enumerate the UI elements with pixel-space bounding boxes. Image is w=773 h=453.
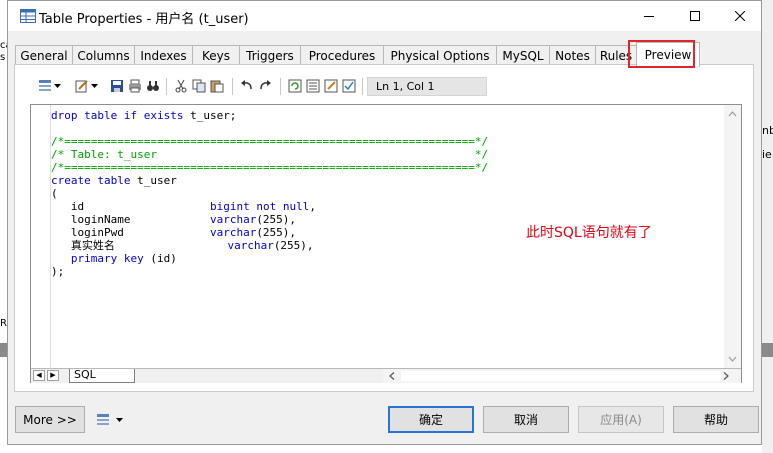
find-button[interactable] <box>144 77 162 95</box>
minimize-icon <box>644 16 654 17</box>
scroll-up-icon <box>728 111 737 117</box>
refresh-icon <box>288 79 302 93</box>
edit-doc-icon <box>324 79 338 93</box>
dropdown-icon <box>115 418 123 422</box>
scroll-left-icon <box>389 372 395 380</box>
code-line-8: id bigint not null, <box>51 200 316 213</box>
cut-icon <box>175 79 187 93</box>
cut-button[interactable] <box>172 77 190 95</box>
background-bar <box>762 343 773 357</box>
sql-code[interactable]: drop table if exists t_user; /*=========… <box>51 109 731 278</box>
code-line-1: drop table if exists t_user; <box>51 109 237 122</box>
title-bar[interactable]: Table Properties - 用户名 (t_user) <box>8 1 761 31</box>
edit-icon <box>75 80 88 93</box>
preview-list-button[interactable] <box>304 77 322 95</box>
toolbar-separator <box>362 78 363 95</box>
tab-physical-options[interactable]: Physical Options <box>383 45 497 66</box>
tab-mysql[interactable]: MySQL <box>496 45 550 66</box>
sheet-prev-button[interactable]: ◀ <box>33 370 45 381</box>
format-dropdown[interactable] <box>52 77 62 95</box>
copy-button[interactable] <box>190 77 208 95</box>
toolbar-separator <box>166 78 167 95</box>
format-icon <box>97 414 109 425</box>
background-bar <box>0 343 7 357</box>
code-line-3: /*======================================… <box>51 135 489 148</box>
edit-dropdown[interactable] <box>89 77 99 95</box>
annotation-text: 此时SQL语句就有了 <box>526 225 652 241</box>
sheet-tab-sql[interactable]: SQL <box>69 369 135 383</box>
toolbar-separator <box>280 78 281 95</box>
horizontal-scrollbar[interactable] <box>383 369 741 383</box>
redo-button[interactable] <box>256 77 274 95</box>
help-button[interactable]: 帮助 <box>673 406 759 433</box>
checkbox-doc-icon <box>342 79 356 93</box>
apply-button[interactable]: 应用(A) <box>578 406 664 433</box>
close-icon <box>735 11 745 21</box>
code-line-7: ( <box>51 187 58 200</box>
print-icon <box>129 79 141 93</box>
preview-tab-highlight <box>628 40 695 68</box>
code-line-5: /*======================================… <box>51 161 489 174</box>
code-line-6: create table t_user <box>51 174 177 187</box>
save-button[interactable] <box>108 77 126 95</box>
dropdown-icon <box>90 84 98 88</box>
paste-icon <box>210 80 224 93</box>
sql-editor[interactable]: drop table if exists t_user; /*=========… <box>30 104 742 383</box>
tab-notes[interactable]: Notes <box>549 45 596 66</box>
maximize-icon <box>690 11 700 21</box>
code-line-9: loginName varchar(255), <box>51 213 297 226</box>
dropdown-icon <box>53 84 61 88</box>
cancel-button[interactable]: 取消 <box>483 406 569 433</box>
table-icon <box>20 9 36 23</box>
background-window-right <box>762 0 773 453</box>
code-line-10: loginPwd varchar(255), <box>51 226 297 239</box>
toolbar-separator <box>232 78 233 95</box>
preview-toolbar: Ln 1, Col 1 <box>28 74 568 98</box>
background-text: nb <box>762 124 773 137</box>
redo-icon <box>260 80 271 90</box>
more-button[interactable]: More >> <box>15 406 85 433</box>
preview-list-icon <box>306 79 320 93</box>
find-icon <box>147 81 159 91</box>
code-line-12: primary key (id) <box>70 252 177 265</box>
checkbox-doc-button[interactable] <box>340 77 358 95</box>
undo-button[interactable] <box>238 77 256 95</box>
horizontal-scroll-thumb[interactable] <box>401 371 721 381</box>
tab-triggers[interactable]: Triggers <box>239 45 301 66</box>
background-text: ie <box>762 148 772 161</box>
scroll-right-icon <box>723 372 729 380</box>
format-icon <box>39 80 51 91</box>
tab-general[interactable]: General <box>15 45 73 66</box>
paste-button[interactable] <box>208 77 226 95</box>
code-line-11: 真实姓名 varchar(255), <box>51 239 314 252</box>
ok-button[interactable]: 确定 <box>388 406 474 433</box>
dialog-menu-button[interactable] <box>94 411 112 429</box>
vertical-scrollbar[interactable] <box>724 105 741 368</box>
maximize-button[interactable] <box>672 1 718 31</box>
cursor-position: Ln 1, Col 1 <box>367 77 487 96</box>
code-line-13: ); <box>51 265 65 278</box>
tab-columns[interactable]: Columns <box>72 45 135 66</box>
undo-icon <box>241 80 252 90</box>
background-text: s <box>0 52 6 63</box>
sheet-next-button[interactable]: ▶ <box>47 370 59 381</box>
scroll-down-icon <box>728 356 737 362</box>
sheet-tab-bar: ◀ ▶ SQL <box>31 368 741 383</box>
save-icon <box>111 80 123 92</box>
tab-keys[interactable]: Keys <box>192 45 240 66</box>
window-title: Table Properties - 用户名 (t_user) <box>39 12 249 27</box>
minimize-button[interactable] <box>626 1 672 31</box>
close-button[interactable] <box>717 1 763 31</box>
copy-icon <box>192 79 206 93</box>
tab-procedures[interactable]: Procedures <box>300 45 384 66</box>
refresh-button[interactable] <box>286 77 304 95</box>
edit-doc-button[interactable] <box>322 77 340 95</box>
tab-indexes[interactable]: Indexes <box>134 45 193 66</box>
dialog-menu-dropdown[interactable] <box>114 411 124 429</box>
code-line-4: /* Table: t_user */ <box>51 148 489 161</box>
print-button[interactable] <box>126 77 144 95</box>
